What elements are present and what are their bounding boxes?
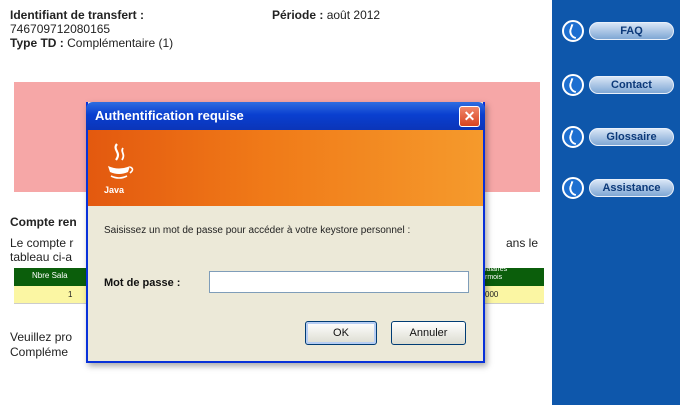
period-value: août 2012 <box>326 8 381 22</box>
sidebar-item-assistance[interactable]: Assistance <box>562 177 674 201</box>
dialog-title: Authentification requise <box>95 108 244 123</box>
password-input[interactable] <box>209 271 469 293</box>
table-header-cell: ialaires rmois <box>485 266 508 281</box>
refresh-circle-icon <box>562 177 584 199</box>
sidebar: FAQ Contact Glossaire Assistance <box>552 0 680 405</box>
table-header-cell: Nbre Sala <box>32 271 68 280</box>
sidebar-item-contact[interactable]: Contact <box>562 74 674 98</box>
type-value: Complémentaire (1) <box>67 36 174 50</box>
dialog-titlebar[interactable]: Authentification requise ✕ <box>86 102 485 130</box>
table-cell: 000 <box>485 290 499 299</box>
bottom-text: Compléme <box>10 345 69 359</box>
transfer-id-value: 746709712080165 <box>10 22 111 36</box>
close-button[interactable]: ✕ <box>459 106 480 127</box>
refresh-circle-icon <box>562 74 584 96</box>
bottom-text: Veuillez pro <box>10 330 73 344</box>
sidebar-item-label[interactable]: FAQ <box>589 22 674 40</box>
type-label: Type TD : <box>10 36 64 50</box>
table-cell: 1 <box>68 290 73 299</box>
java-logo-icon <box>108 143 134 179</box>
authentication-dialog: Authentification requise ✕ Java Saisisse… <box>86 102 485 363</box>
cancel-button[interactable]: Annuler <box>391 321 466 345</box>
sidebar-item-glossaire[interactable]: Glossaire <box>562 126 674 150</box>
refresh-circle-icon <box>562 20 584 42</box>
sidebar-item-label[interactable]: Assistance <box>589 179 674 197</box>
refresh-circle-icon <box>562 126 584 148</box>
section-text-right: ans le <box>506 236 539 250</box>
type-line: Type TD : Complémentaire (1) <box>10 36 173 50</box>
section-text: Le compte r <box>10 236 74 250</box>
section-text: tableau ci-a <box>10 250 73 264</box>
period-label: Période : <box>272 8 324 22</box>
java-wordmark: Java <box>104 185 125 195</box>
period-line: Période : août 2012 <box>272 8 380 22</box>
transfer-id-label: Identifiant de transfert : <box>10 8 145 22</box>
dialog-prompt: Saisissez un mot de passe pour accéder à… <box>104 225 411 236</box>
sidebar-item-label[interactable]: Glossaire <box>589 128 674 146</box>
sidebar-item-faq[interactable]: FAQ <box>562 20 674 44</box>
java-banner: Java <box>88 130 483 206</box>
password-label: Mot de passe : <box>104 277 181 289</box>
section-title: Compte ren <box>10 215 77 229</box>
ok-button[interactable]: OK <box>305 321 377 345</box>
sidebar-item-label[interactable]: Contact <box>589 76 674 94</box>
